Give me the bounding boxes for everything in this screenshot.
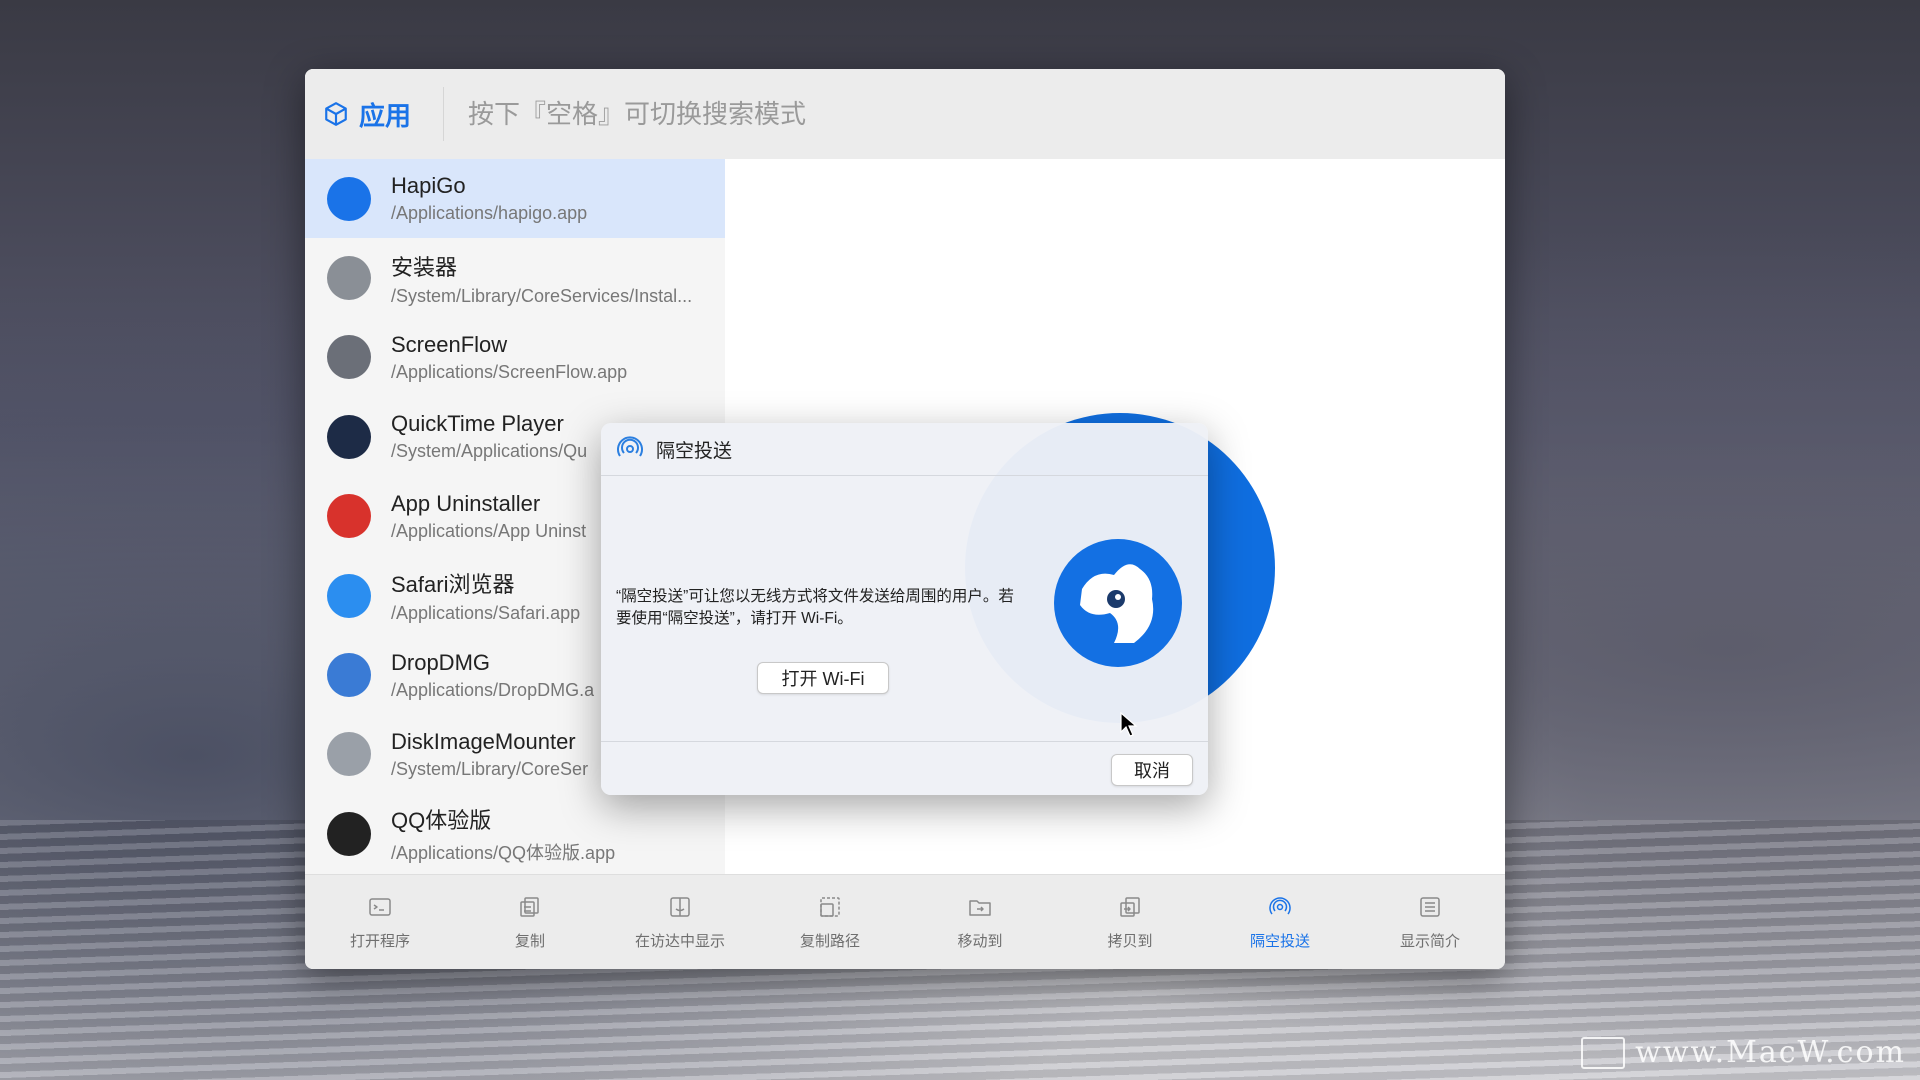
result-text: 安装器/System/Library/CoreServices/Instal..… <box>391 250 692 307</box>
result-path: /System/Library/CoreSer <box>391 758 589 779</box>
watermark: www.MacW.com <box>1581 1035 1906 1070</box>
result-text: QQ体验版/Applications/QQ体验版.app <box>391 803 615 865</box>
copy-to-icon <box>1118 895 1142 924</box>
result-name: Safari浏览器 <box>391 572 515 598</box>
result-text: HapiGo/Applications/hapigo.app <box>391 173 587 224</box>
search-input[interactable] <box>444 86 1505 142</box>
result-path: /System/Applications/Qu <box>391 441 588 462</box>
dialog-body: “隔空投送”可让您以无线方式将文件发送给周围的用户。若要使用“隔空投送”，请打开… <box>601 476 1208 742</box>
result-name: App Uninstaller <box>391 490 541 516</box>
scope-selector[interactable]: 应用 <box>305 87 444 141</box>
result-item[interactable]: HapiGo/Applications/hapigo.app <box>305 159 725 239</box>
installer-icon <box>327 256 371 301</box>
toolbar-button[interactable]: 显示简介 <box>1370 895 1490 951</box>
safari-icon <box>327 573 371 618</box>
result-item[interactable]: QQ体验版/Applications/QQ体验版.app <box>305 794 725 873</box>
result-name: ScreenFlow <box>391 331 508 357</box>
action-toolbar: 打开程序 复制 在访达中显示 复制路径 移动到 拷贝到 隔空投送 显示简介 <box>305 874 1505 969</box>
hapigo-mascot-icon <box>1054 539 1182 667</box>
disk-image-icon <box>327 732 371 777</box>
toolbar-label: 在访达中显示 <box>634 932 725 950</box>
mouse-cursor-icon <box>1120 712 1138 737</box>
toolbar-button[interactable]: 拷贝到 <box>1070 895 1190 951</box>
result-name: QuickTime Player <box>391 411 564 437</box>
result-name: HapiGo <box>391 173 466 199</box>
result-path: /Applications/ScreenFlow.app <box>391 361 628 382</box>
toolbar-button[interactable]: 移动到 <box>920 895 1040 951</box>
result-name: DropDMG <box>391 649 491 675</box>
dialog-header: 隔空投送 <box>601 423 1208 476</box>
cube-icon <box>325 102 347 126</box>
result-text: Safari浏览器/Applications/Safari.app <box>391 567 580 624</box>
toolbar-button[interactable]: 复制 <box>470 895 590 951</box>
result-text: QuickTime Player/System/Applications/Qu <box>391 411 587 462</box>
dialog-message: “隔空投送”可让您以无线方式将文件发送给周围的用户。若要使用“隔空投送”，请打开… <box>616 588 1014 627</box>
result-text: DropDMG/Applications/DropDMG.a <box>391 650 594 701</box>
result-item[interactable]: ScreenFlow/Applications/ScreenFlow.app <box>305 318 725 397</box>
result-path: /System/Library/CoreServices/Instal... <box>391 285 693 306</box>
toolbar-label: 拷贝到 <box>1107 932 1153 950</box>
result-path: /Applications/QQ体验版.app <box>391 842 616 863</box>
airdrop-dialog: 隔空投送 “隔空投送”可让您以无线方式将文件发送给周围的用户。若要使用“隔空投送… <box>601 423 1208 795</box>
screenflow-icon <box>327 335 371 380</box>
quicktime-icon <box>327 414 371 459</box>
result-name: 安装器 <box>391 254 458 280</box>
result-text: ScreenFlow/Applications/ScreenFlow.app <box>391 332 627 383</box>
toolbar-label: 复制 <box>514 932 545 950</box>
toolbar-label: 移动到 <box>957 932 1003 950</box>
finder-icon <box>668 895 692 924</box>
dropdmg-icon <box>327 653 371 698</box>
toolbar-label: 打开程序 <box>349 932 410 950</box>
toolbar-label: 显示简介 <box>1399 932 1460 950</box>
result-name: DiskImageMounter <box>391 728 576 754</box>
result-path: /Applications/DropDMG.a <box>391 679 595 700</box>
qq-penguin-icon <box>327 811 371 856</box>
airdrop-icon <box>617 436 643 457</box>
search-bar: 应用 <box>305 69 1505 160</box>
toolbar-label: 复制路径 <box>799 932 860 950</box>
monitor-icon <box>1581 1036 1626 1069</box>
result-path: /Applications/Safari.app <box>391 603 581 624</box>
result-path: /Applications/hapigo.app <box>391 203 588 224</box>
watermark-text: www.MacW.com <box>1635 1035 1906 1070</box>
result-path: /Applications/App Uninst <box>391 520 587 541</box>
cancel-button[interactable]: 取消 <box>1111 754 1193 786</box>
copy-path-icon <box>818 895 842 924</box>
result-text: App Uninstaller/Applications/App Uninst <box>391 491 586 542</box>
info-list-icon <box>1418 895 1442 924</box>
dialog-footer: 取消 <box>601 742 1208 795</box>
open-wifi-button[interactable]: 打开 Wi-Fi <box>757 662 889 694</box>
result-name: QQ体验版 <box>391 807 492 833</box>
result-text: DiskImageMounter/System/Library/CoreSer <box>391 729 588 780</box>
copy-icon <box>518 895 542 924</box>
toolbar-button[interactable]: 在访达中显示 <box>620 895 740 951</box>
terminal-icon <box>368 895 392 924</box>
toolbar-button[interactable]: 隔空投送 <box>1220 895 1340 951</box>
airdrop-icon <box>1268 895 1292 924</box>
magnet-icon <box>327 494 371 539</box>
result-item[interactable]: 安装器/System/Library/CoreServices/Instal..… <box>305 238 725 317</box>
dialog-title: 隔空投送 <box>656 440 733 462</box>
toolbar-label: 隔空投送 <box>1249 932 1310 950</box>
toolbar-button[interactable]: 复制路径 <box>770 895 890 951</box>
desktop: { "search": { "scope_label": "应用", "plac… <box>0 0 1920 1080</box>
toolbar-button[interactable]: 打开程序 <box>320 895 440 951</box>
move-folder-icon <box>968 895 992 924</box>
scope-label: 应用 <box>359 100 412 131</box>
hapigo-icon <box>327 176 371 221</box>
